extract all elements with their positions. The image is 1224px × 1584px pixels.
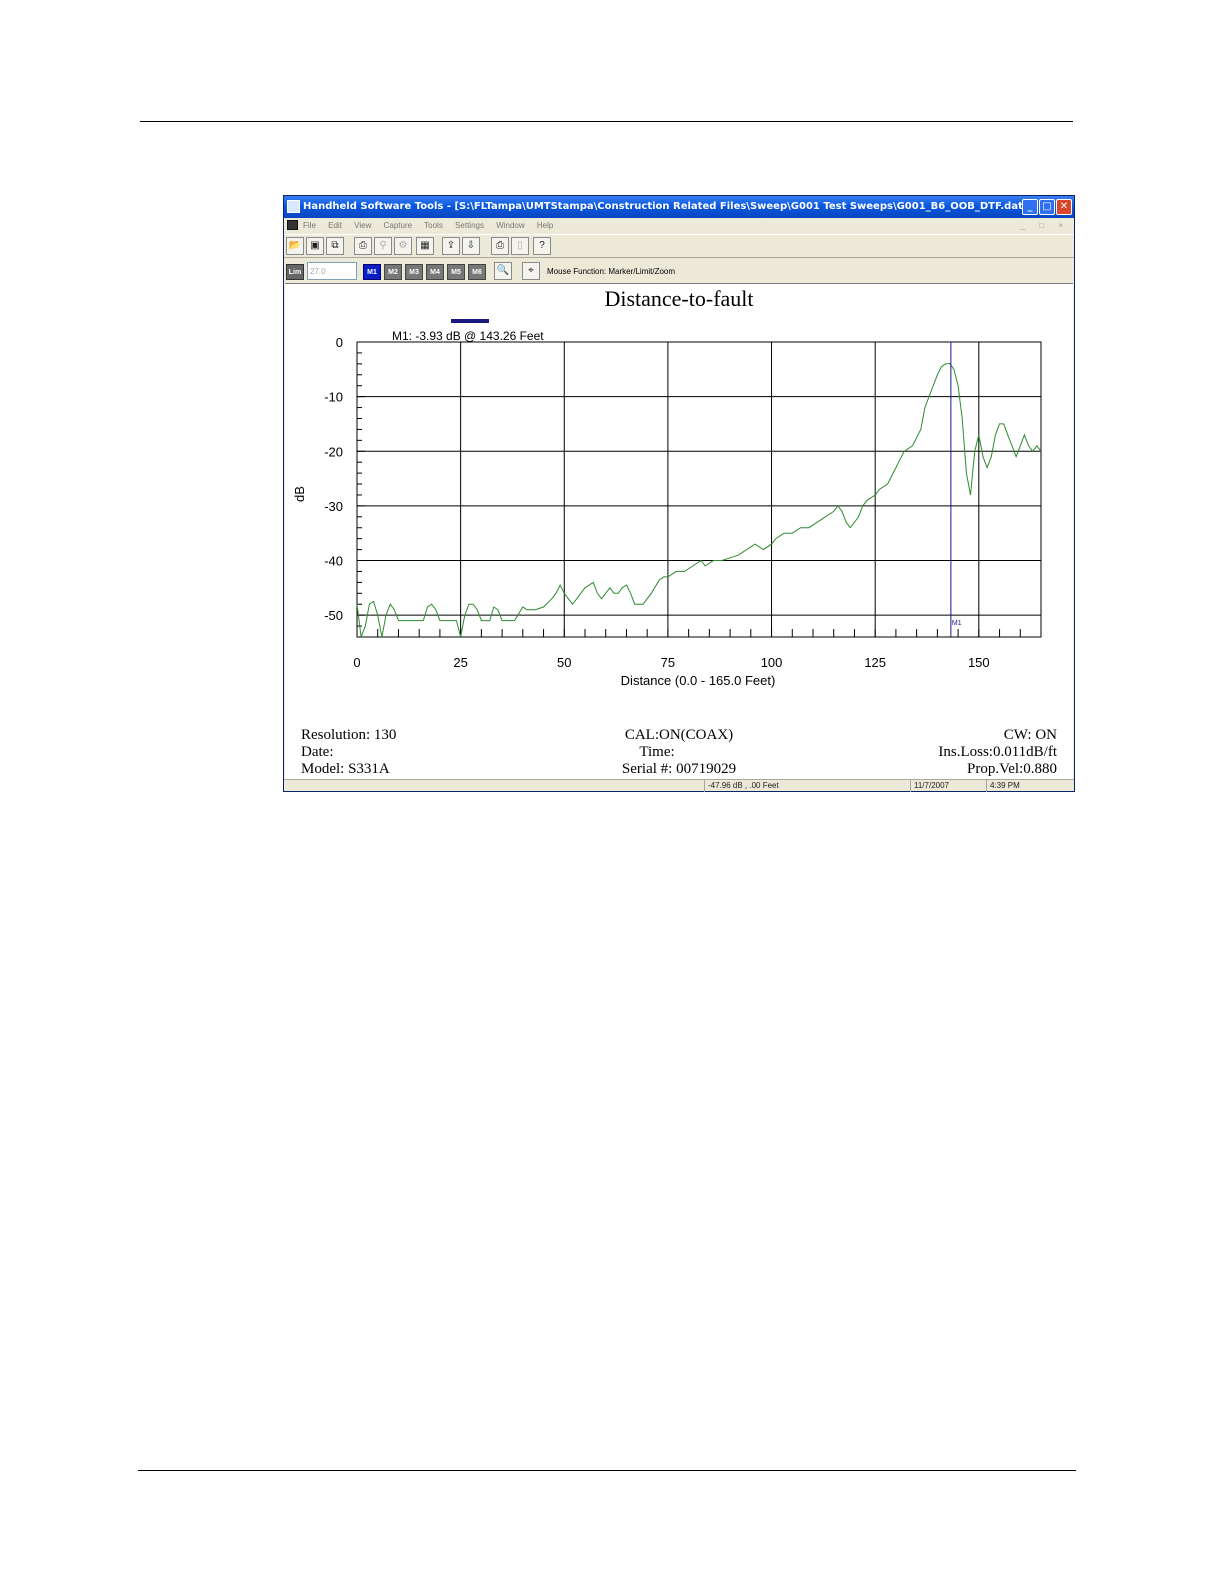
zoom-icon[interactable]: 🔍 <box>494 262 512 280</box>
marker-m2-button[interactable]: M2 <box>384 264 402 280</box>
info-cw: CW: ON <box>1004 727 1057 743</box>
info-date: Date: <box>301 744 333 760</box>
info-prop-vel: Prop.Vel:0.880 <box>967 761 1057 777</box>
open-folder-icon[interactable]: 📂 <box>286 237 304 255</box>
mdi-window-controls[interactable]: _ □ × <box>1021 218 1069 233</box>
close-button[interactable]: ✕ <box>1056 199 1072 215</box>
status-bar: -47.96 dB , .00 Feet 11/7/2007 4:39 PM <box>284 779 1074 792</box>
save-icon[interactable]: ▣ <box>306 237 324 255</box>
info-ins-loss: Ins.Loss:0.011dB/ft <box>938 744 1057 760</box>
marker-m1-button[interactable]: M1 <box>363 264 381 280</box>
y-tick-label: 0 <box>336 335 343 350</box>
menu-view[interactable]: View <box>354 221 371 230</box>
marker-toolbar: Lim M1 M2 M3 M4 M5 M6 🔍 ⌖ Mouse Function… <box>284 259 1074 283</box>
mouse-function-icon[interactable]: ⌖ <box>522 262 540 280</box>
limit-value-input[interactable] <box>307 262 357 280</box>
y-tick-label: -50 <box>324 608 343 623</box>
x-tick-label: 25 <box>453 655 467 670</box>
menu-file[interactable]: File <box>303 221 316 230</box>
dtf-chart[interactable]: Distance-to-fault M1: -3.93 dB @ 143.26 … <box>285 284 1073 779</box>
legend-swatch <box>451 319 489 323</box>
plot-area[interactable]: Distance-to-fault M1: -3.93 dB @ 143.26 … <box>285 283 1073 779</box>
info-cal: CAL:ON(COAX) <box>625 727 733 743</box>
gear-icon[interactable]: ⚙ <box>394 237 412 255</box>
info-resolution: Resolution: 130 <box>301 727 396 743</box>
x-tick-label: 125 <box>864 655 886 670</box>
minimize-button[interactable]: _ <box>1022 199 1038 215</box>
page-footer-rule <box>138 1470 1076 1471</box>
info-model: Model: S331A <box>301 761 390 777</box>
main-toolbar: 📂 ▣ ⧉ ⎙ ⚲ ⚙ ▦ ⇪ ⇩ ⎙ ▯ ? <box>284 234 1074 258</box>
menu-edit[interactable]: Edit <box>328 221 342 230</box>
info-serial: Serial #: 00719029 <box>622 761 736 777</box>
marker-m6-button[interactable]: M6 <box>468 264 486 280</box>
series-line-0 <box>356 362 1042 638</box>
chart-title: Distance-to-fault <box>604 286 753 311</box>
calculator-icon[interactable]: ▦ <box>416 237 434 255</box>
status-readout: -47.96 dB , .00 Feet <box>704 780 908 792</box>
help-icon[interactable]: ? <box>533 237 551 255</box>
y-axis-label: dB <box>292 486 307 502</box>
title-bar[interactable]: Handheld Software Tools - [S:\FLTampa\UM… <box>284 196 1074 218</box>
menu-tools[interactable]: Tools <box>424 221 443 230</box>
app-icon <box>287 200 300 213</box>
upload-icon[interactable]: ⇪ <box>442 237 460 255</box>
document-icon[interactable] <box>287 220 298 230</box>
marker-m3-button[interactable]: M3 <box>405 264 423 280</box>
app-window: Handheld Software Tools - [S:\FLTampa\UM… <box>283 195 1075 792</box>
printer-icon[interactable]: ⎙ <box>491 237 509 255</box>
marker-m4-button[interactable]: M4 <box>426 264 444 280</box>
menu-help[interactable]: Help <box>537 221 553 230</box>
x-tick-label: 75 <box>661 655 675 670</box>
maximize-button[interactable]: □ <box>1039 199 1055 215</box>
document-icon[interactable]: ▯ <box>511 237 529 255</box>
status-time: 4:39 PM <box>986 780 1050 792</box>
info-time: Time: <box>639 744 674 760</box>
page-header-rule <box>140 121 1073 122</box>
download-icon[interactable]: ⇩ <box>462 237 480 255</box>
limit-button[interactable]: Lim <box>286 264 304 280</box>
copy-icon[interactable]: ⧉ <box>326 237 344 255</box>
marker-m5-button[interactable]: M5 <box>447 264 465 280</box>
menu-capture[interactable]: Capture <box>384 221 412 230</box>
x-tick-label: 0 <box>353 655 360 670</box>
plot-frame <box>356 341 1042 638</box>
x-tick-label: 150 <box>968 655 990 670</box>
marker-m1-label: M1 <box>952 620 962 627</box>
menu-settings[interactable]: Settings <box>455 221 484 230</box>
x-tick-label: 50 <box>557 655 571 670</box>
marker-readout: M1: -3.93 dB @ 143.26 Feet <box>392 329 544 343</box>
mouse-function-label: Mouse Function: Marker/Limit/Zoom <box>547 267 676 276</box>
y-tick-label: -40 <box>324 554 343 569</box>
x-tick-label: 100 <box>761 655 783 670</box>
menu-bar: File Edit View Capture Tools Settings Wi… <box>284 218 1074 233</box>
y-tick-label: -20 <box>324 444 343 459</box>
window-title: Handheld Software Tools - [S:\FLTampa\UM… <box>303 201 1028 212</box>
x-axis-label: Distance (0.0 - 165.0 Feet) <box>621 673 776 688</box>
menu-window[interactable]: Window <box>496 221 524 230</box>
antenna-icon[interactable]: ⚲ <box>374 237 392 255</box>
capture-icon[interactable]: ⎙ <box>354 237 372 255</box>
status-date: 11/7/2007 <box>910 780 984 792</box>
y-tick-label: -30 <box>324 499 343 514</box>
y-tick-label: -10 <box>324 390 343 405</box>
